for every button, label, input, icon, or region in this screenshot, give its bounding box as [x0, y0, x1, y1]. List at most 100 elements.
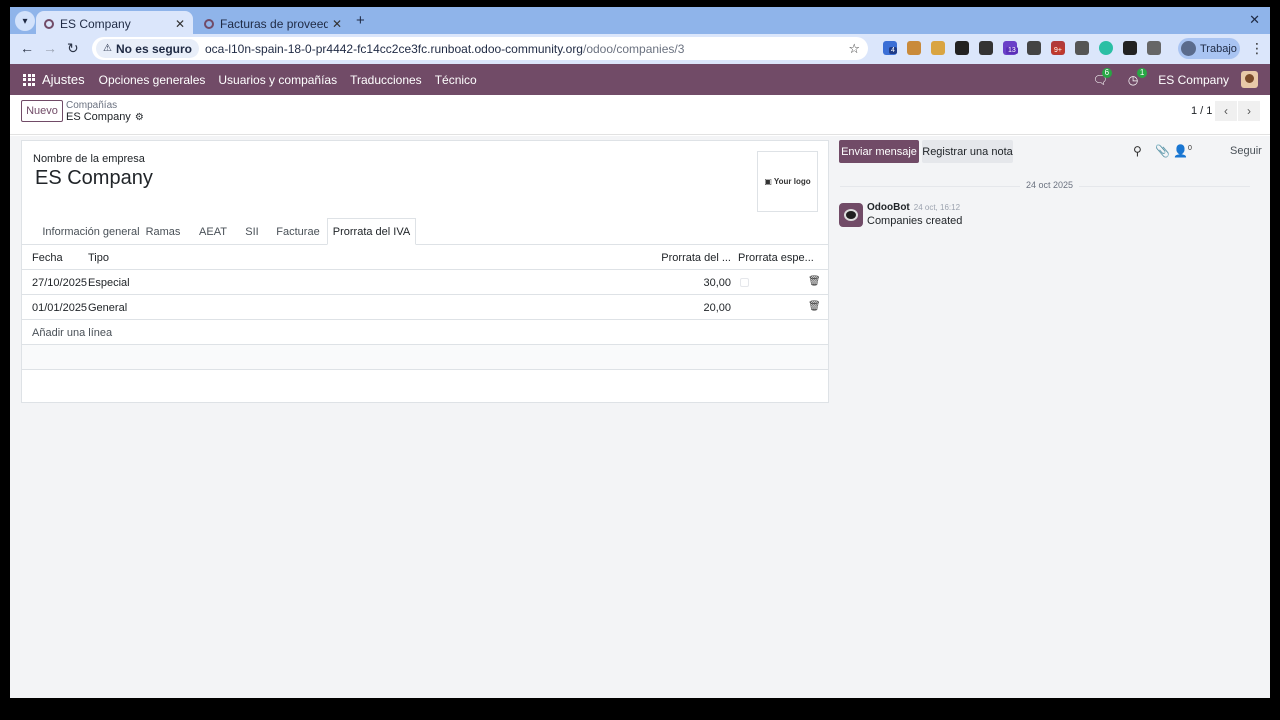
table-header: Fecha Tipo Prorrata del ... Prorrata esp…	[22, 245, 828, 270]
odoobot-avatar[interactable]	[839, 203, 863, 227]
company-name-label: Nombre de la empresa	[33, 153, 145, 165]
extension-badge: 4	[889, 47, 897, 54]
trash-icon[interactable]: 🗑	[808, 301, 821, 312]
close-tab-icon[interactable]: ✕	[175, 17, 185, 31]
followers-icon[interactable]: 👤0	[1173, 144, 1192, 158]
extension-icon[interactable]	[1099, 41, 1113, 55]
extension-icon[interactable]: 13	[1003, 41, 1018, 55]
cell-prorrata: 20,00	[703, 302, 731, 314]
extension-icon[interactable]: 9+	[1051, 41, 1065, 55]
tab-strip: ▾ ES Company ✕ Facturas de proveedor ✕ +…	[10, 7, 1270, 36]
user-avatar[interactable]	[1241, 71, 1258, 88]
checkbox-prorrata-especial[interactable]	[740, 278, 749, 287]
browser-toolbar: ← → ↻ ⚠ No es seguro oca-l10n-spain-18-0…	[10, 34, 1270, 64]
new-tab-icon[interactable]: +	[356, 12, 365, 29]
paperclip-icon[interactable]: 📎	[1155, 144, 1170, 158]
extension-icon[interactable]	[907, 41, 921, 55]
follow-button[interactable]: Seguir	[1230, 145, 1262, 157]
camera-icon: ▣	[764, 177, 772, 186]
table-row[interactable]: 01/01/2025 General 20,00 🗑	[22, 295, 828, 320]
pager-value[interactable]: 1 / 1	[1191, 105, 1212, 117]
empty-row	[22, 345, 828, 370]
apps-grid-icon[interactable]	[23, 73, 35, 86]
address-bar[interactable]: ⚠ No es seguro oca-l10n-spain-18-0-pr444…	[92, 37, 868, 60]
extension-icon[interactable]	[1027, 41, 1041, 55]
company-switcher[interactable]: ES Company	[1158, 73, 1229, 87]
empty-row	[22, 370, 828, 395]
form-tabs: Información general Ramas AEAT SII Factu…	[22, 218, 828, 245]
extension-badge: 13	[1006, 47, 1018, 54]
browser-window: ▾ ES Company ✕ Facturas de proveedor ✕ +…	[10, 7, 1270, 698]
date-separator: 24 oct 2025	[1020, 180, 1080, 190]
breadcrumb-parent[interactable]: Compañías	[66, 100, 117, 111]
trash-icon[interactable]: 🗑	[808, 276, 821, 287]
logo-upload[interactable]: ▣ Your logo	[757, 151, 818, 212]
extension-icon[interactable]	[1075, 41, 1089, 55]
odoo-favicon-icon	[44, 18, 54, 29]
security-chip[interactable]: ⚠ No es seguro	[96, 39, 199, 58]
logo-placeholder-text: Your logo	[773, 177, 811, 186]
search-icon[interactable]: ⚲	[1133, 144, 1142, 158]
message-body: Companies created	[867, 215, 963, 227]
new-button[interactable]: Nuevo	[21, 100, 63, 122]
pager-next-button[interactable]: ›	[1238, 101, 1260, 121]
prorrata-table: Fecha Tipo Prorrata del ... Prorrata esp…	[22, 245, 828, 395]
cell-tipo: Especial	[88, 277, 130, 289]
extension-icon[interactable]	[979, 41, 993, 55]
warning-icon: ⚠	[103, 43, 112, 54]
tab-search-button[interactable]: ▾	[15, 11, 35, 31]
close-window-icon[interactable]: ✕	[1249, 12, 1260, 28]
table-row[interactable]: 27/10/2025 Especial 30,00 🗑	[22, 270, 828, 295]
send-message-button[interactable]: Enviar mensaje	[839, 140, 919, 163]
activities-badge: 1	[1136, 67, 1148, 78]
close-tab-icon[interactable]: ✕	[332, 17, 342, 31]
form-sheet: Nombre de la empresa ES Company ▣ Your lo…	[21, 140, 829, 403]
gear-icon[interactable]: ⚙	[135, 112, 144, 123]
menu-opciones-generales[interactable]: Opciones generales	[99, 73, 206, 87]
tab-aeat[interactable]: AEAT	[194, 218, 232, 245]
browser-tab-active[interactable]: ES Company ✕	[36, 11, 193, 36]
bookmark-star-icon[interactable]: ☆	[848, 41, 860, 57]
back-arrow-icon[interactable]: ←	[20, 40, 34, 56]
messages-badge: 6	[1101, 67, 1113, 78]
menu-usuarios-companias[interactable]: Usuarios y compañías	[218, 73, 337, 87]
tab-ramas[interactable]: Ramas	[142, 218, 184, 245]
column-prorrata-especial[interactable]: Prorrata espe...	[738, 252, 814, 264]
profile-chip[interactable]: Trabajo	[1178, 38, 1240, 59]
activities-icon[interactable]: ◷ 1	[1128, 67, 1148, 87]
add-line-link[interactable]: Añadir una línea	[32, 327, 112, 339]
column-fecha[interactable]: Fecha	[32, 252, 63, 264]
menu-tecnico[interactable]: Técnico	[435, 73, 477, 87]
extension-icon[interactable]	[931, 41, 945, 55]
extensions-puzzle-icon[interactable]	[1147, 41, 1161, 55]
app-name[interactable]: Ajustes	[42, 72, 85, 87]
message-author-name[interactable]: OdooBot	[867, 202, 910, 213]
breadcrumb-current-label: ES Company	[66, 111, 131, 123]
pager-previous-button[interactable]: ‹	[1215, 101, 1237, 121]
menu-traducciones[interactable]: Traducciones	[350, 73, 422, 87]
add-line-row: Añadir una línea	[22, 320, 828, 345]
tab-title: Facturas de proveedor	[220, 16, 328, 31]
log-note-button[interactable]: Registrar una nota	[922, 140, 1013, 163]
tab-prorrata-iva[interactable]: Prorrata del IVA	[327, 218, 416, 245]
extension-icon[interactable]	[1123, 41, 1137, 55]
url-text: oca-l10n-spain-18-0-pr4442-fc14cc2ce3fc.…	[205, 42, 684, 56]
browser-menu-icon[interactable]: ⋮	[1250, 40, 1264, 57]
column-prorrata[interactable]: Prorrata del ...	[661, 252, 731, 264]
extension-icon[interactable]	[955, 41, 969, 55]
company-name-field[interactable]: ES Company	[35, 167, 153, 190]
extension-icon[interactable]: 4	[883, 41, 897, 55]
breadcrumb-current: ES Company ⚙	[66, 111, 144, 123]
tab-sii[interactable]: SII	[240, 218, 264, 245]
security-label: No es seguro	[115, 41, 192, 56]
url-host: oca-l10n-spain-18-0-pr4442-fc14cc2ce3fc.…	[205, 41, 583, 56]
odoobot-face-icon	[844, 209, 858, 221]
browser-tab-inactive[interactable]: Facturas de proveedor ✕	[196, 11, 350, 36]
profile-label: Trabajo	[1200, 42, 1237, 55]
tab-informacion-general[interactable]: Información general	[33, 218, 149, 245]
messages-icon[interactable]: 🗨 6	[1093, 67, 1113, 87]
column-tipo[interactable]: Tipo	[88, 252, 109, 264]
reload-icon[interactable]: ↻	[67, 40, 79, 57]
tab-facturae[interactable]: Facturae	[272, 218, 324, 245]
forward-arrow-icon[interactable]: →	[43, 40, 57, 56]
